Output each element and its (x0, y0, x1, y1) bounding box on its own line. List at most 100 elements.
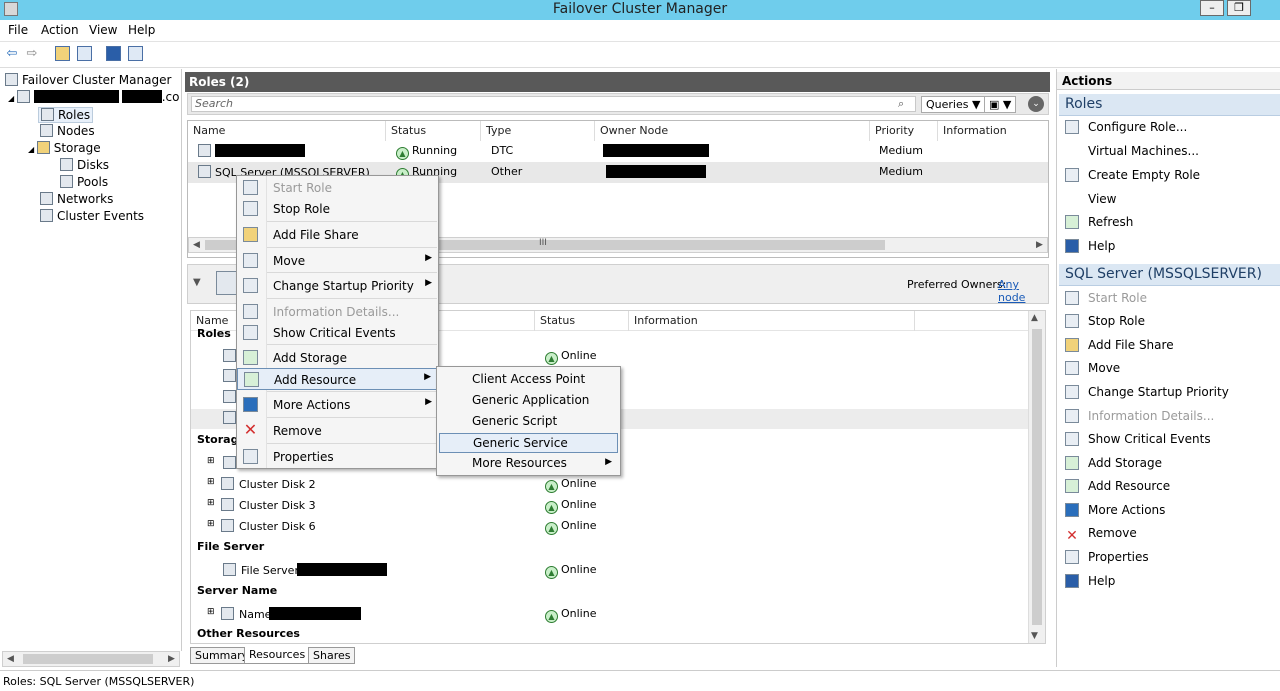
menu-move[interactable]: Move ▶ (237, 250, 438, 272)
tab-shares[interactable]: Shares (308, 647, 356, 664)
actions-section-roles[interactable]: Roles (1059, 94, 1280, 116)
menu-information-details[interactable]: Information Details... (237, 301, 438, 323)
show-hide-tree-icon[interactable] (77, 46, 92, 61)
information-icon (1065, 409, 1079, 423)
menu-show-critical-events[interactable]: Show Critical Events (237, 322, 438, 344)
menu-more-actions[interactable]: More Actions ▶ (237, 394, 438, 416)
action-create-empty-role[interactable]: Create Empty Role (1065, 168, 1200, 190)
scroll-thumb[interactable] (1032, 329, 1042, 625)
scroll-left-icon[interactable]: ◀ (3, 652, 18, 666)
list-item[interactable]: ⊞ Name: ▲ Online (191, 605, 1029, 625)
scroll-thumb[interactable] (23, 654, 153, 664)
up-folder-icon[interactable] (55, 46, 70, 61)
expand-icon[interactable]: ⊞ (207, 477, 215, 487)
action-add-resource[interactable]: Add Resource (1065, 479, 1170, 501)
minimize-button[interactable]: – (1200, 0, 1224, 16)
scroll-right-icon[interactable]: ▶ (164, 652, 179, 666)
action-move[interactable]: Move (1065, 361, 1120, 383)
forward-icon[interactable]: ⇨ (24, 46, 40, 62)
menu-start-role[interactable]: Start Role (237, 177, 438, 199)
events-icon (243, 325, 258, 340)
restore-button[interactable]: ❐ (1227, 0, 1251, 16)
action-more-actions[interactable]: More Actions (1065, 503, 1165, 525)
scroll-down-icon[interactable]: ▼ (1031, 631, 1038, 641)
scroll-left-icon[interactable]: ◀ (189, 238, 204, 252)
collapse-icon[interactable]: ⌄ (1028, 96, 1044, 112)
list-item[interactable]: ⊞ Cluster Disk 3 ▲ Online (191, 496, 1029, 516)
menu-add-storage[interactable]: Add Storage (237, 347, 438, 369)
col-name[interactable]: Name (188, 121, 386, 141)
tree-root[interactable]: Failover Cluster Manager (5, 73, 171, 87)
action-refresh[interactable]: Refresh (1065, 215, 1133, 237)
list-item[interactable]: File Server (\ ▲ Online (191, 561, 1029, 581)
list-item[interactable]: ⊞ Cluster Disk 6 ▲ Online (191, 517, 1029, 537)
show-hide-action-pane-icon[interactable] (128, 46, 143, 61)
action-stop-role[interactable]: Stop Role (1065, 314, 1145, 336)
action-change-startup-priority[interactable]: Change Startup Priority (1065, 385, 1229, 407)
pools-icon (60, 175, 73, 188)
menu-separator (267, 417, 437, 418)
menu-action[interactable]: Action (41, 23, 79, 37)
action-properties[interactable]: Properties (1065, 550, 1149, 572)
action-add-file-share[interactable]: Add File Share (1065, 338, 1174, 360)
table-row[interactable]: ▲ Running DTC Medium (188, 141, 1048, 162)
scroll-right-icon[interactable]: ▶ (1032, 238, 1047, 252)
any-node-link[interactable]: Any node (998, 278, 1048, 304)
col-owner-node[interactable]: Owner Node (595, 121, 870, 141)
tree-item-pools[interactable]: Pools (60, 175, 108, 189)
action-remove[interactable]: ✕ Remove (1065, 526, 1137, 548)
expand-icon[interactable]: ⊞ (207, 498, 215, 508)
save-query-button[interactable]: ▣ ▼ (984, 96, 1017, 113)
expand-icon[interactable]: ⊞ (207, 456, 215, 466)
submenu-generic-service[interactable]: Generic Service (439, 433, 618, 453)
list-item[interactable]: ⊞ Cluster Disk 2 ▲ Online (191, 475, 1029, 495)
help-icon[interactable] (106, 46, 121, 61)
menu-properties[interactable]: Properties (237, 446, 438, 468)
tab-resources[interactable]: Resources (244, 647, 311, 664)
detail-vertical-scrollbar[interactable]: ▲ ▼ (1028, 311, 1045, 643)
action-help-sql[interactable]: Help (1065, 574, 1115, 596)
submenu-generic-script[interactable]: Generic Script (439, 412, 618, 432)
tree-item-networks[interactable]: Networks (40, 192, 113, 206)
actions-section-sql-server[interactable]: SQL Server (MSSQLSERVER) (1059, 264, 1280, 286)
menu-file[interactable]: File (8, 23, 28, 37)
action-add-storage[interactable]: Add Storage (1065, 456, 1162, 478)
scroll-up-icon[interactable]: ▲ (1031, 313, 1038, 323)
action-configure-role[interactable]: Configure Role... (1065, 120, 1187, 142)
back-icon[interactable]: ⇦ (4, 46, 20, 62)
submenu-client-access-point[interactable]: Client Access Point (439, 370, 618, 390)
collapse-details-icon[interactable]: ▼ (193, 277, 201, 288)
col-information[interactable]: Information (938, 121, 1023, 141)
expand-icon[interactable]: ⊞ (207, 519, 215, 529)
action-show-critical-events[interactable]: Show Critical Events (1065, 432, 1211, 454)
col-priority[interactable]: Priority (870, 121, 938, 141)
tree-item-storage[interactable]: ◢ Storage (28, 141, 101, 155)
actions-title: Actions (1057, 72, 1280, 90)
menu-remove[interactable]: ✕ Remove (237, 420, 438, 442)
col-status[interactable]: Status (386, 121, 481, 141)
action-information-details[interactable]: Information Details... (1065, 409, 1214, 431)
tree-item-roles[interactable]: Roles (38, 107, 94, 123)
action-help[interactable]: Help (1065, 239, 1115, 261)
search-icon[interactable]: ⌕ (898, 97, 904, 111)
action-virtual-machines[interactable]: Virtual Machines... (1088, 144, 1199, 166)
menu-change-startup-priority[interactable]: Change Startup Priority ▶ (237, 275, 438, 297)
action-start-role[interactable]: Start Role (1065, 291, 1147, 313)
menu-help[interactable]: Help (128, 23, 155, 37)
submenu-generic-application[interactable]: Generic Application (439, 391, 618, 411)
menu-stop-role[interactable]: Stop Role (237, 198, 438, 220)
menu-add-file-share[interactable]: Add File Share (237, 224, 438, 246)
tree-horizontal-scrollbar[interactable]: ◀ ▶ (2, 651, 180, 667)
queries-button[interactable]: Queries ▼ (921, 96, 986, 113)
col-type[interactable]: Type (481, 121, 595, 141)
tree-item-cluster-events[interactable]: Cluster Events (40, 209, 144, 223)
action-view[interactable]: View (1088, 192, 1116, 214)
tree-item-disks[interactable]: Disks (60, 158, 109, 172)
search-input[interactable]: Search (191, 96, 916, 112)
menu-add-resource[interactable]: Add Resource ▶ (237, 368, 438, 390)
tree-cluster[interactable]: ◢ .co (8, 90, 179, 104)
tree-item-nodes[interactable]: Nodes (40, 124, 95, 138)
submenu-more-resources[interactable]: More Resources ▶ (439, 454, 618, 474)
expand-icon[interactable]: ⊞ (207, 607, 215, 617)
menu-view[interactable]: View (89, 23, 117, 37)
